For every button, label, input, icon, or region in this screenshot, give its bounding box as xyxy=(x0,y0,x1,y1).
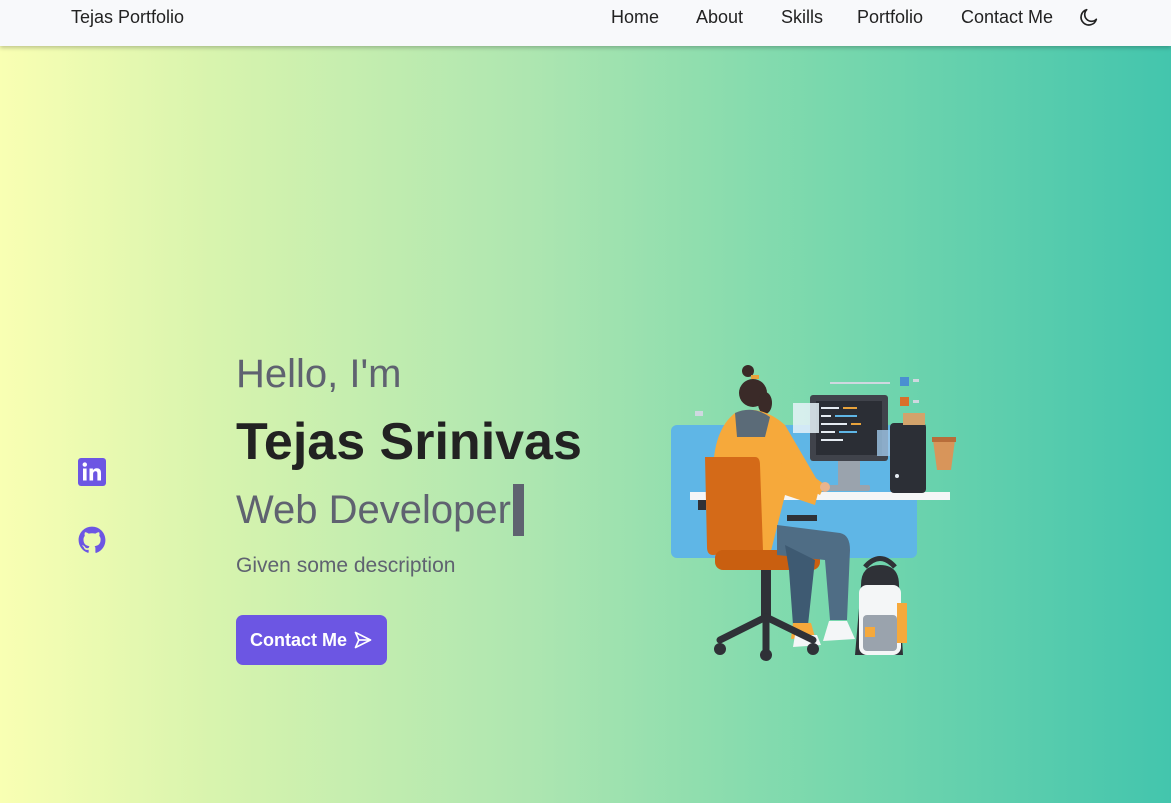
nav-link-home[interactable]: Home xyxy=(611,7,659,28)
hero-name: Tejas Srinivas xyxy=(236,413,582,471)
send-icon xyxy=(354,631,372,649)
moon-icon[interactable] xyxy=(1078,6,1100,28)
hero-greeting: Hello, I'm xyxy=(236,352,402,396)
typing-cursor xyxy=(512,484,524,536)
contact-me-button[interactable]: Contact Me xyxy=(236,615,387,665)
brand-logo[interactable]: Tejas Portfolio xyxy=(71,7,184,28)
nav-link-contact[interactable]: Contact Me xyxy=(961,7,1053,28)
nav-link-portfolio[interactable]: Portfolio xyxy=(857,7,923,28)
navbar: Tejas Portfolio Home About Skills Portfo… xyxy=(0,0,1171,46)
linkedin-icon[interactable] xyxy=(78,458,106,486)
nav-link-about[interactable]: About xyxy=(696,7,743,28)
developer-at-desk-illustration xyxy=(671,365,956,661)
nav-link-skills[interactable]: Skills xyxy=(781,7,823,28)
hero-role-container: Web Developer xyxy=(236,484,524,536)
hero-description: Given some description xyxy=(236,554,456,577)
contact-me-button-label: Contact Me xyxy=(249,629,347,650)
hero-role: Web Developer xyxy=(236,487,511,532)
github-icon[interactable] xyxy=(78,526,106,554)
